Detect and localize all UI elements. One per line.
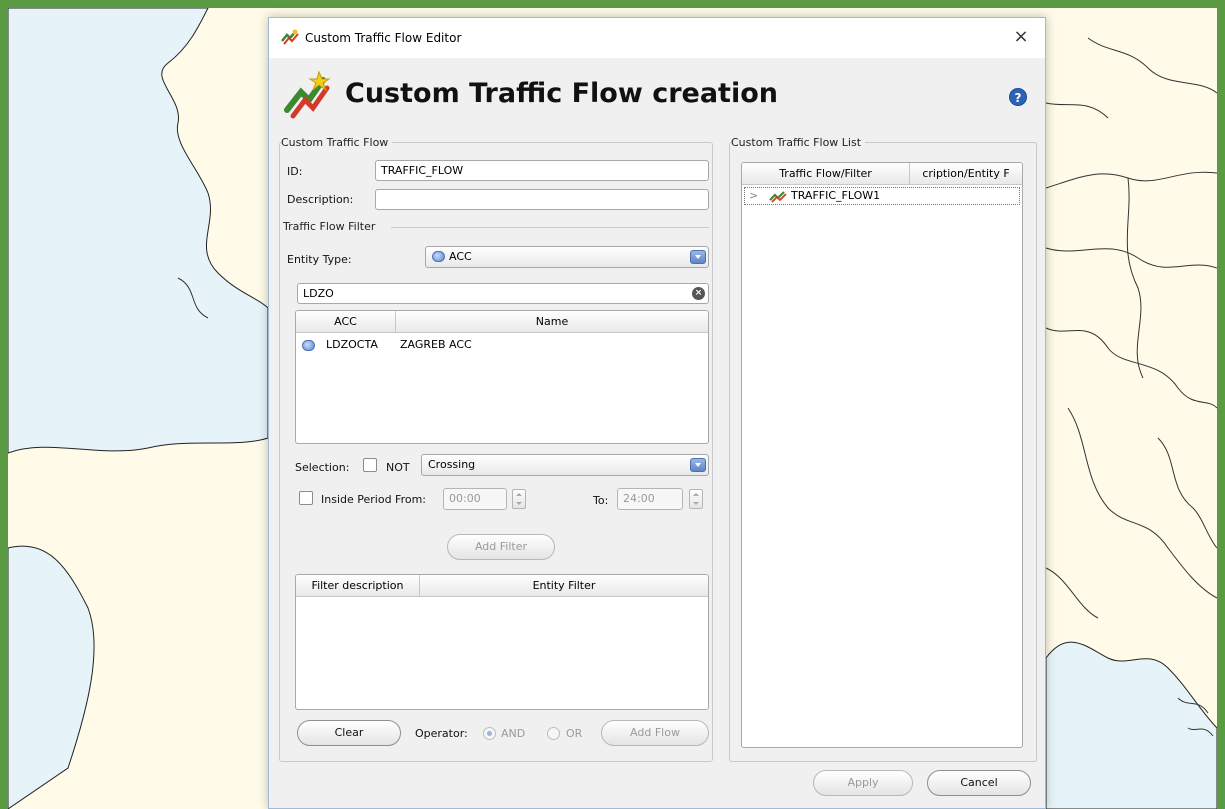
period-from-field[interactable]: 00:00	[443, 488, 507, 510]
operator-or-label: OR	[566, 727, 583, 740]
page-title: Custom Traffic Flow creation	[345, 78, 778, 109]
entity-table-header: ACC Name	[296, 311, 708, 333]
selection-value: Crossing	[428, 458, 476, 471]
tree-item-label: TRAFFIC_FLOW1	[791, 189, 881, 202]
filter-list-header: Filter description Entity Filter	[296, 575, 708, 597]
id-field[interactable]: TRAFFIC_FLOW	[375, 160, 709, 181]
operator-and-label: AND	[501, 727, 526, 740]
selection-label: Selection:	[295, 461, 350, 474]
acc-icon	[302, 340, 315, 351]
window-title: Custom Traffic Flow Editor	[305, 31, 462, 45]
period-from-spinner[interactable]	[512, 489, 526, 509]
custom-traffic-flow-group-title: Custom Traffic Flow	[281, 136, 393, 149]
dropdown-arrow-icon[interactable]	[690, 458, 706, 472]
row-acc-name: ZAGREB ACC	[400, 338, 472, 351]
table-row[interactable]: LDZOCTA ZAGREB ACC	[296, 335, 708, 355]
apply-button[interactable]: Apply	[813, 770, 913, 796]
description-label: Description:	[287, 193, 354, 206]
traffic-flow-icon	[284, 70, 331, 119]
entity-type-select[interactable]: ACC	[425, 246, 709, 268]
add-flow-button[interactable]: Add Flow	[601, 720, 709, 746]
inside-period-checkbox[interactable]	[299, 491, 313, 505]
column-header-entity-filter[interactable]: Entity Filter	[420, 575, 708, 597]
operator-and-radio[interactable]	[483, 727, 496, 740]
filter-list-table: Filter description Entity Filter	[295, 574, 709, 710]
tree-item[interactable]: > TRAFFIC_FLOW1	[744, 187, 1020, 205]
column-header-acc[interactable]: ACC	[296, 311, 396, 333]
traffic-flow-filter-title: Traffic Flow Filter	[283, 220, 376, 233]
period-to-label: To:	[593, 494, 609, 507]
filter-divider	[391, 227, 709, 228]
column-header-traffic-flow[interactable]: Traffic Flow/Filter	[742, 163, 910, 185]
entity-type-value: ACC	[449, 250, 472, 263]
entity-type-label: Entity Type:	[287, 253, 352, 266]
operator-label: Operator:	[415, 727, 468, 740]
title-bar: Custom Traffic Flow Editor ×	[269, 18, 1045, 58]
period-to-field[interactable]: 24:00	[617, 488, 683, 510]
column-header-description[interactable]: cription/Entity F	[910, 163, 1022, 185]
dropdown-arrow-icon[interactable]	[690, 250, 706, 264]
description-field[interactable]	[375, 189, 709, 210]
row-acc-code: LDZOCTA	[326, 338, 378, 351]
column-header-name[interactable]: Name	[396, 311, 708, 333]
expand-chevron-icon[interactable]: >	[749, 189, 758, 202]
clear-button[interactable]: Clear	[297, 720, 401, 746]
operator-or-radio[interactable]	[547, 727, 560, 740]
id-label: ID:	[287, 165, 303, 178]
not-checkbox[interactable]	[363, 458, 377, 472]
entity-search-value: LDZO	[303, 287, 334, 300]
add-filter-button[interactable]: Add Filter	[447, 534, 555, 560]
custom-traffic-flow-list-title: Custom Traffic Flow List	[731, 136, 866, 149]
flow-list-header: Traffic Flow/Filter cription/Entity F	[742, 163, 1022, 185]
close-icon[interactable]: ×	[1009, 25, 1033, 49]
selection-select[interactable]: Crossing	[421, 454, 709, 476]
help-icon[interactable]: ?	[1009, 88, 1027, 106]
traffic-flow-icon	[281, 29, 299, 45]
entity-search-input[interactable]: LDZO ×	[297, 283, 709, 304]
cancel-button[interactable]: Cancel	[927, 770, 1031, 796]
custom-traffic-flow-editor-dialog: Custom Traffic Flow Editor × Custom Traf…	[268, 17, 1046, 809]
clear-search-icon[interactable]: ×	[692, 287, 705, 300]
inside-period-label: Inside Period From:	[321, 493, 427, 506]
column-header-filter-description[interactable]: Filter description	[296, 575, 420, 597]
not-label: NOT	[386, 461, 410, 474]
period-to-spinner[interactable]	[689, 489, 703, 509]
flow-list-tree: Traffic Flow/Filter cription/Entity F > …	[741, 162, 1023, 748]
acc-icon	[432, 251, 445, 262]
entity-table: ACC Name LDZOCTA ZAGREB ACC	[295, 310, 709, 444]
traffic-flow-icon	[769, 191, 787, 203]
